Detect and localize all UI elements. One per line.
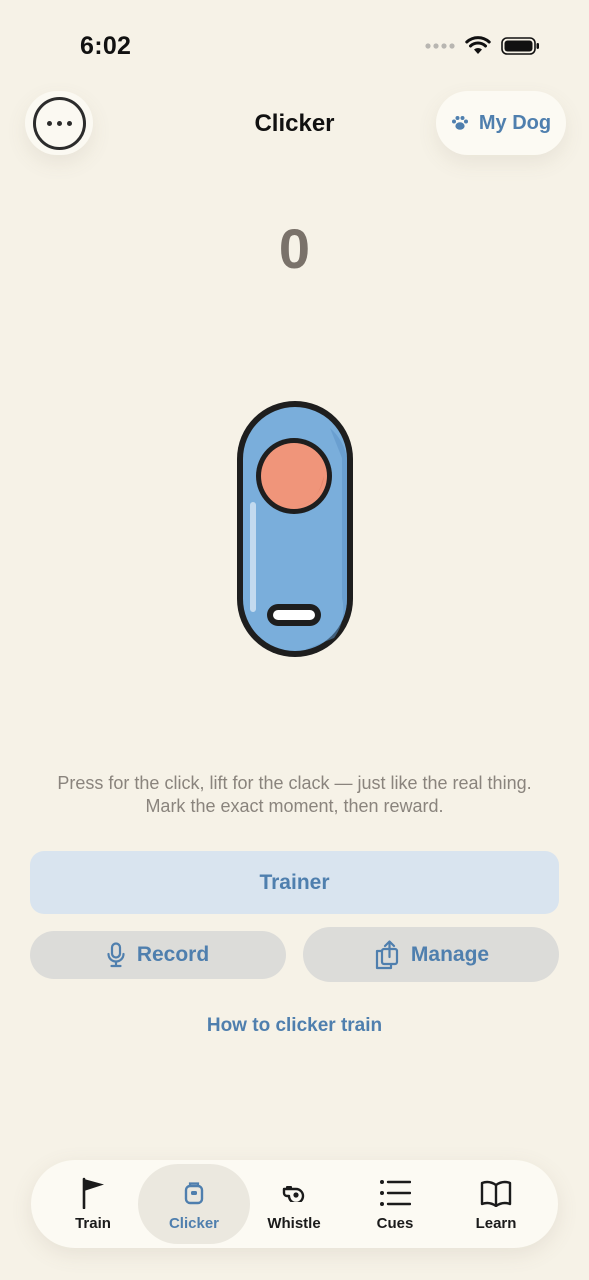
clicker-button[interactable] bbox=[234, 398, 356, 660]
manage-button[interactable]: Manage bbox=[303, 927, 559, 982]
tab-clicker[interactable]: Clicker bbox=[138, 1164, 250, 1244]
tab-bar: Train Clicker Whistle Cues Learn bbox=[31, 1160, 558, 1248]
click-counter: 0 bbox=[278, 217, 311, 280]
dog-profile-button[interactable]: My Dog bbox=[436, 91, 566, 155]
tab-whistle-label: Whistle bbox=[267, 1214, 321, 1232]
share-icon bbox=[375, 939, 399, 969]
tab-cues[interactable]: Cues bbox=[339, 1164, 451, 1244]
signal-dots-icon bbox=[425, 43, 455, 49]
battery-icon bbox=[501, 37, 539, 55]
clicker-icon bbox=[184, 1181, 204, 1204]
status-icons bbox=[425, 36, 541, 56]
trainer-button-label: Trainer bbox=[259, 870, 330, 894]
tab-learn-label: Learn bbox=[475, 1214, 517, 1232]
paw-icon bbox=[451, 116, 468, 130]
flag-icon bbox=[82, 1177, 104, 1209]
instruction-text: Press for the click, lift for the clack … bbox=[57, 773, 532, 816]
whistle-icon bbox=[282, 1185, 305, 1202]
book-icon bbox=[480, 1180, 512, 1207]
tab-cues-label: Cues bbox=[376, 1214, 414, 1232]
tab-learn[interactable]: Learn bbox=[440, 1164, 552, 1244]
trainer-button[interactable]: Trainer bbox=[30, 851, 559, 914]
profile-label: My Dog bbox=[478, 111, 552, 134]
status-time: 6:02 bbox=[80, 32, 132, 60]
tab-train[interactable]: Train bbox=[37, 1164, 149, 1244]
list-icon bbox=[380, 1179, 411, 1206]
record-button[interactable]: Record bbox=[30, 931, 286, 979]
microphone-icon bbox=[107, 942, 125, 968]
wifi-icon bbox=[465, 36, 491, 54]
clicker-device-icon bbox=[237, 401, 353, 657]
manage-button-label: Manage bbox=[410, 942, 490, 966]
clicker-screen: 6:02 Clicker My Dog 0 Press for the clic… bbox=[0, 0, 589, 1280]
tab-whistle[interactable]: Whistle bbox=[238, 1164, 350, 1244]
tab-clicker-label: Clicker bbox=[168, 1214, 220, 1232]
tab-train-label: Train bbox=[75, 1214, 111, 1232]
how-to-clicker-train-link[interactable]: How to clicker train bbox=[0, 1015, 589, 1037]
record-button-label: Record bbox=[136, 943, 210, 966]
